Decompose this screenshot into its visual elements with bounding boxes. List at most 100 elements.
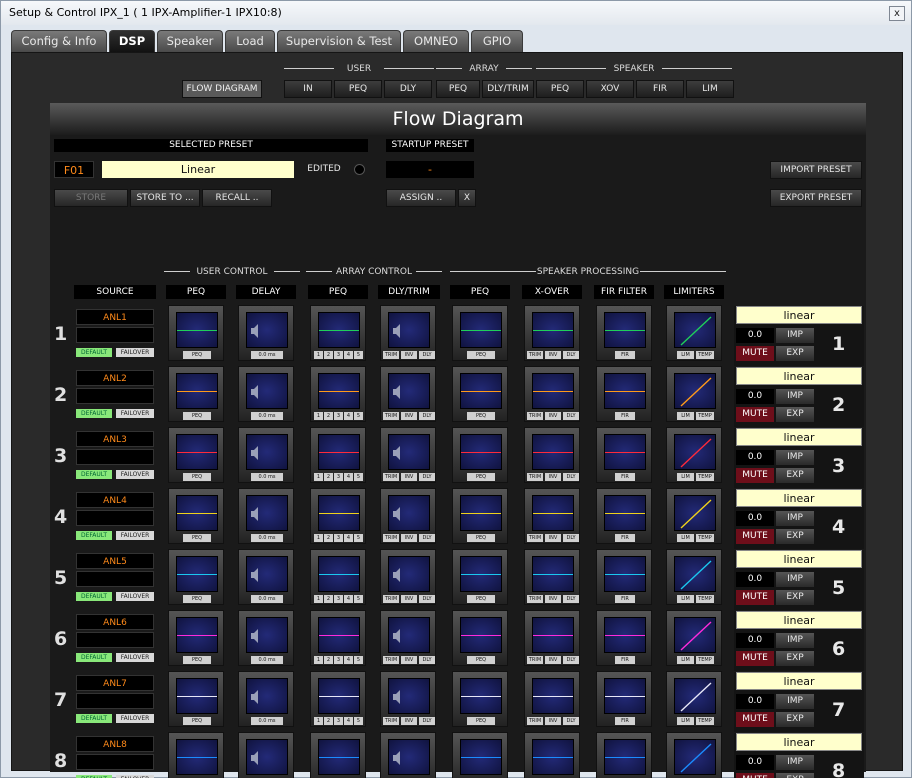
mute-button[interactable]: MUTE bbox=[736, 407, 774, 422]
default-button[interactable]: DEFAULT bbox=[76, 653, 112, 662]
module-limiter[interactable]: LIMTEMP bbox=[666, 488, 722, 544]
mute-button[interactable]: MUTE bbox=[736, 590, 774, 605]
band-button[interactable]: 2 bbox=[324, 351, 333, 359]
output-gain[interactable]: 0.0 bbox=[736, 328, 774, 343]
module-speaker-peq[interactable]: PEQ bbox=[452, 610, 508, 666]
trim-button[interactable]: TRIM bbox=[527, 534, 543, 542]
temp-button[interactable]: TEMP bbox=[696, 351, 714, 359]
module-x-over[interactable]: TRIMINVDLY bbox=[524, 610, 580, 666]
module-speaker-peq[interactable]: PEQ bbox=[452, 732, 508, 778]
module-array-peq[interactable]: 12345 bbox=[310, 610, 366, 666]
nav-spk-peq-button[interactable]: PEQ bbox=[536, 80, 584, 98]
peq-label[interactable]: PEQ bbox=[467, 656, 495, 664]
default-button[interactable]: DEFAULT bbox=[76, 470, 112, 479]
output-gain[interactable]: 0.0 bbox=[736, 755, 774, 770]
module-user-peq[interactable]: PEQ bbox=[168, 488, 224, 544]
source-secondary[interactable] bbox=[76, 632, 154, 648]
module-speaker-peq[interactable]: PEQ bbox=[452, 305, 508, 361]
module-x-over[interactable]: TRIMINVDLY bbox=[524, 366, 580, 422]
delay-value[interactable]: 0.0 ms bbox=[251, 656, 283, 664]
trim-button[interactable]: TRIM bbox=[383, 534, 399, 542]
peq-label[interactable]: PEQ bbox=[467, 595, 495, 603]
peq-label[interactable]: PEQ bbox=[183, 412, 211, 420]
trim-button[interactable]: TRIM bbox=[383, 351, 399, 359]
band-button[interactable]: 3 bbox=[334, 473, 343, 481]
output-preset-name[interactable]: linear bbox=[736, 672, 862, 690]
band-button[interactable]: 1 bbox=[314, 412, 323, 420]
trim-button[interactable]: TRIM bbox=[383, 717, 399, 725]
inv-button[interactable]: INV bbox=[545, 412, 561, 420]
exp-button[interactable]: EXP bbox=[776, 651, 814, 666]
module-user-peq[interactable]: PEQ bbox=[168, 732, 224, 778]
module-user-peq[interactable]: PEQ bbox=[168, 610, 224, 666]
delay-value[interactable]: 0.0 ms bbox=[251, 473, 283, 481]
nav-in-button[interactable]: IN bbox=[284, 80, 332, 98]
trim-button[interactable]: TRIM bbox=[383, 412, 399, 420]
fir-label[interactable]: FIR bbox=[615, 717, 635, 725]
module-fir[interactable]: FIR bbox=[596, 732, 652, 778]
source-secondary[interactable] bbox=[76, 327, 154, 343]
output-preset-name[interactable]: linear bbox=[736, 550, 862, 568]
failover-button[interactable]: FAILOVER bbox=[116, 714, 154, 723]
band-button[interactable]: 4 bbox=[344, 717, 353, 725]
inv-button[interactable]: INV bbox=[401, 656, 417, 664]
source-secondary[interactable] bbox=[76, 693, 154, 709]
module-x-over[interactable]: TRIMINVDLY bbox=[524, 732, 580, 778]
dly-button[interactable]: DLY bbox=[419, 351, 435, 359]
band-button[interactable]: 2 bbox=[324, 473, 333, 481]
temp-button[interactable]: TEMP bbox=[696, 412, 714, 420]
lim-button[interactable]: LIM bbox=[677, 534, 694, 542]
module-array-peq[interactable]: 12345 bbox=[310, 671, 366, 727]
inv-button[interactable]: INV bbox=[545, 351, 561, 359]
module-x-over[interactable]: TRIMINVDLY bbox=[524, 549, 580, 605]
inv-button[interactable]: INV bbox=[545, 717, 561, 725]
source-secondary[interactable] bbox=[76, 510, 154, 526]
imp-button[interactable]: IMP bbox=[776, 511, 814, 526]
imp-button[interactable]: IMP bbox=[776, 755, 814, 770]
module-limiter[interactable]: LIMTEMP bbox=[666, 610, 722, 666]
mute-button[interactable]: MUTE bbox=[736, 651, 774, 666]
mute-button[interactable]: MUTE bbox=[736, 529, 774, 544]
imp-button[interactable]: IMP bbox=[776, 450, 814, 465]
output-gain[interactable]: 0.0 bbox=[736, 450, 774, 465]
source-name[interactable]: ANL7 bbox=[76, 675, 154, 691]
trim-button[interactable]: TRIM bbox=[383, 656, 399, 664]
inv-button[interactable]: INV bbox=[545, 656, 561, 664]
tab-supervision-test[interactable]: Supervision & Test bbox=[277, 30, 401, 52]
default-button[interactable]: DEFAULT bbox=[76, 714, 112, 723]
band-button[interactable]: 2 bbox=[324, 656, 333, 664]
band-button[interactable]: 5 bbox=[354, 656, 363, 664]
failover-button[interactable]: FAILOVER bbox=[116, 409, 154, 418]
temp-button[interactable]: TEMP bbox=[696, 656, 714, 664]
lim-button[interactable]: LIM bbox=[677, 473, 694, 481]
module-array-peq[interactable]: 12345 bbox=[310, 305, 366, 361]
failover-button[interactable]: FAILOVER bbox=[116, 592, 154, 601]
trim-button[interactable]: TRIM bbox=[383, 473, 399, 481]
mute-button[interactable]: MUTE bbox=[736, 468, 774, 483]
band-button[interactable]: 1 bbox=[314, 534, 323, 542]
inv-button[interactable]: INV bbox=[401, 717, 417, 725]
module-fir[interactable]: FIR bbox=[596, 671, 652, 727]
dly-button[interactable]: DLY bbox=[419, 717, 435, 725]
tab-config-info[interactable]: Config & Info bbox=[11, 30, 107, 52]
band-button[interactable]: 5 bbox=[354, 473, 363, 481]
inv-button[interactable]: INV bbox=[401, 534, 417, 542]
lim-button[interactable]: LIM bbox=[677, 717, 694, 725]
module-limiter[interactable]: LIMTEMP bbox=[666, 366, 722, 422]
failover-button[interactable]: FAILOVER bbox=[116, 653, 154, 662]
module-x-over[interactable]: TRIMINVDLY bbox=[524, 427, 580, 483]
peq-label[interactable]: PEQ bbox=[183, 717, 211, 725]
inv-button[interactable]: INV bbox=[401, 595, 417, 603]
module-x-over[interactable]: TRIMINVDLY bbox=[524, 305, 580, 361]
module-delay[interactable]: 0.0 ms bbox=[238, 671, 294, 727]
output-preset-name[interactable]: linear bbox=[736, 367, 862, 385]
dly-button[interactable]: DLY bbox=[419, 656, 435, 664]
dly-button[interactable]: DLY bbox=[419, 534, 435, 542]
dly-button[interactable]: DLY bbox=[563, 412, 579, 420]
module-fir[interactable]: FIR bbox=[596, 549, 652, 605]
source-secondary[interactable] bbox=[76, 449, 154, 465]
dly-button[interactable]: DLY bbox=[419, 473, 435, 481]
band-button[interactable]: 3 bbox=[334, 656, 343, 664]
module-dly-trim[interactable]: TRIMINVDLY bbox=[380, 671, 436, 727]
peq-label[interactable]: PEQ bbox=[467, 412, 495, 420]
